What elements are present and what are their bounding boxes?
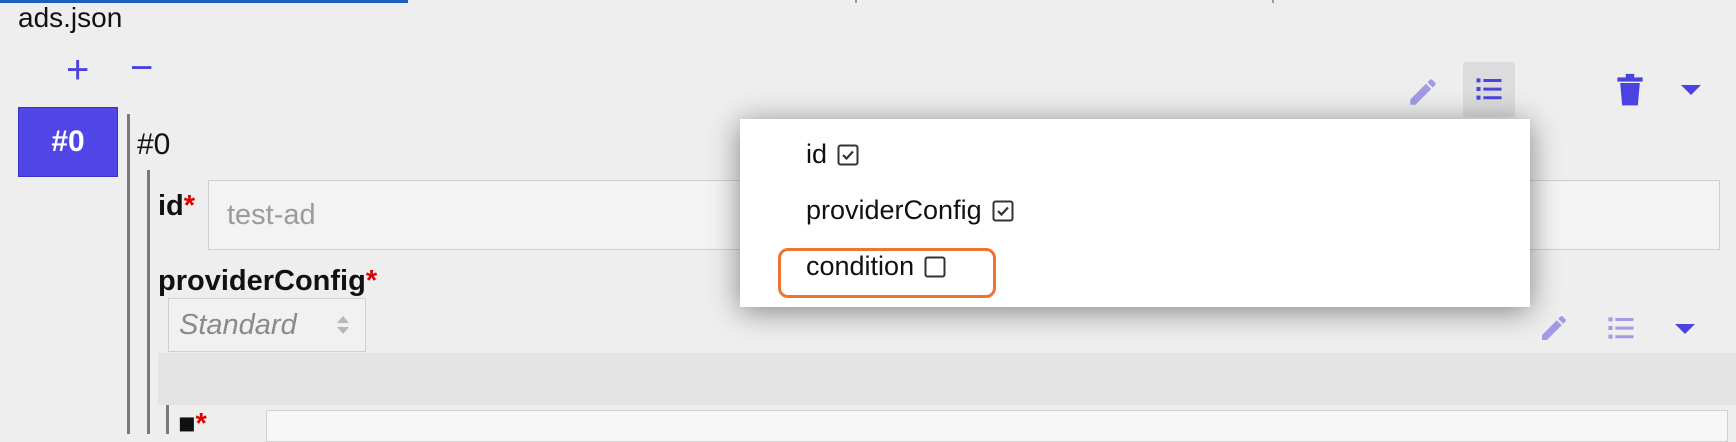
list-icon	[1476, 78, 1502, 100]
id-label-text: id	[158, 190, 184, 222]
pencil-icon	[1542, 316, 1566, 340]
checkbox-icon[interactable]	[992, 200, 1014, 222]
highlight-annotation	[778, 248, 996, 298]
provider-config-label-text: providerConfig	[158, 265, 366, 297]
tab-divider	[855, 0, 857, 3]
nesting-line	[127, 114, 130, 434]
nested-field-input[interactable]	[266, 410, 1728, 442]
list-icon	[1608, 317, 1634, 339]
item-heading: #0	[137, 128, 171, 161]
id-label: id*	[158, 190, 195, 223]
item-tab-0[interactable]: #0	[18, 107, 118, 177]
property-label: id	[806, 139, 828, 169]
properties-button[interactable]	[1463, 62, 1515, 117]
caret-down-icon	[1681, 85, 1701, 95]
caret-down-icon	[1675, 324, 1695, 334]
property-option-id[interactable]: id	[806, 139, 859, 170]
nested-properties-button[interactable]	[1603, 310, 1639, 346]
nesting-line	[166, 400, 169, 434]
required-marker: *	[365, 265, 378, 297]
nested-collapse-button[interactable]	[1670, 318, 1700, 340]
pencil-icon	[1410, 79, 1436, 105]
provider-config-select[interactable]: Standard	[168, 298, 366, 352]
required-marker: *	[195, 408, 207, 440]
provider-config-label: providerConfig*	[158, 265, 377, 298]
select-arrows-icon	[337, 316, 349, 334]
collapse-button[interactable]	[1676, 78, 1706, 102]
trash-icon	[1617, 73, 1643, 106]
nested-field-label: ■*	[178, 408, 207, 440]
delete-button[interactable]	[1612, 70, 1648, 110]
required-marker: *	[183, 190, 196, 222]
checkbox-icon[interactable]	[837, 144, 859, 166]
add-item-button[interactable]: +	[66, 50, 89, 90]
tab-divider	[1272, 0, 1274, 3]
nested-object-area	[158, 353, 1736, 405]
property-label: providerConfig	[806, 195, 982, 225]
select-value: Standard	[179, 308, 297, 341]
nested-edit-json-button[interactable]	[1536, 310, 1572, 346]
edit-json-button[interactable]	[1403, 72, 1443, 112]
file-title: ads.json	[18, 2, 123, 33]
remove-item-button[interactable]: −	[130, 48, 153, 88]
nesting-line	[147, 170, 150, 434]
property-option-provider-config[interactable]: providerConfig	[806, 195, 1014, 226]
